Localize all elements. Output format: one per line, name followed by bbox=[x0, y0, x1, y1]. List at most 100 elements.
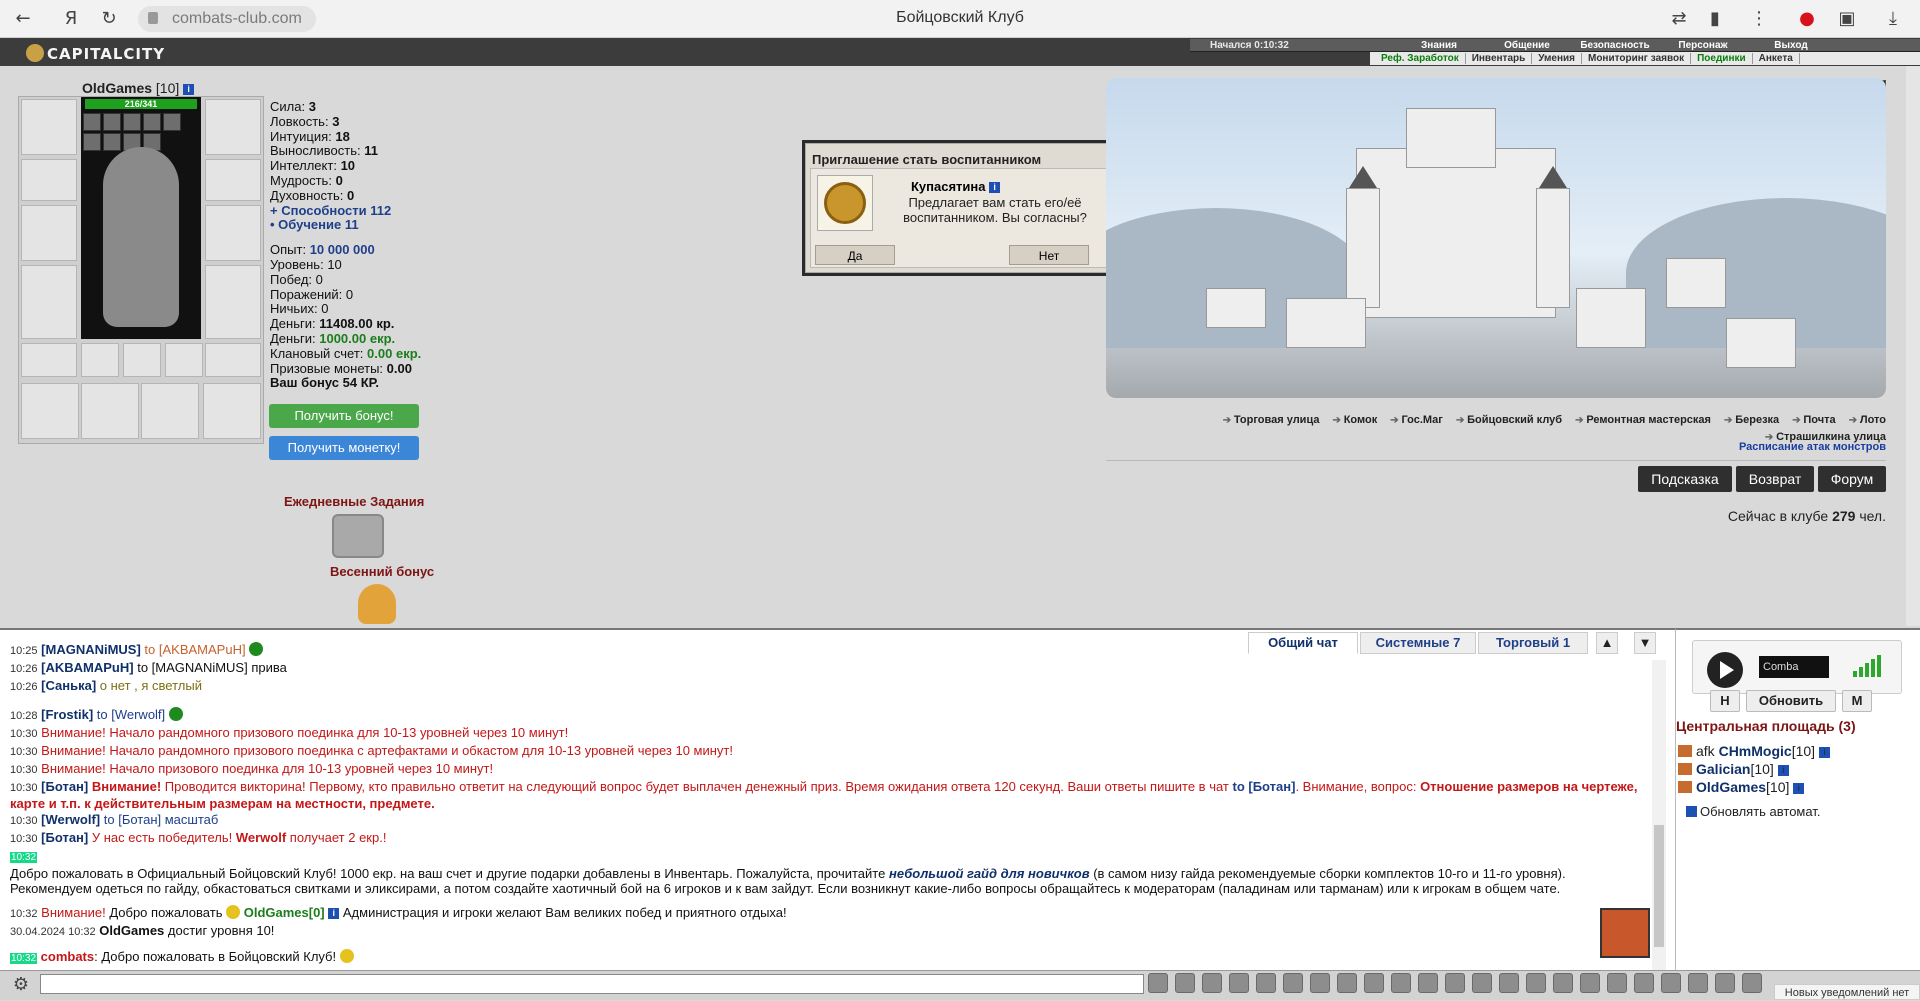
scroll-thumb[interactable] bbox=[1654, 825, 1664, 947]
more-icon[interactable]: ⋮ bbox=[1748, 8, 1770, 30]
link-komok[interactable]: Комок bbox=[1333, 414, 1378, 426]
character-doll[interactable]: 216/341 bbox=[81, 97, 201, 339]
menu-inventory[interactable]: Инвентарь bbox=[1466, 53, 1533, 64]
menu-profile[interactable]: Анкета bbox=[1753, 53, 1800, 64]
clan-icon[interactable] bbox=[1607, 973, 1627, 993]
scroll-up-button[interactable]: ▲ bbox=[1596, 632, 1618, 654]
user-row[interactable]: OldGames[10] i bbox=[1678, 778, 1830, 796]
city-map[interactable] bbox=[1106, 78, 1886, 398]
filter-icon[interactable] bbox=[1202, 973, 1222, 993]
abilities-link[interactable]: + Способности 112 bbox=[270, 203, 421, 219]
pocket-slot[interactable] bbox=[81, 383, 139, 439]
pocket-slot[interactable] bbox=[141, 383, 199, 439]
building-shop[interactable] bbox=[1286, 298, 1366, 348]
info-icon[interactable]: i bbox=[183, 84, 195, 95]
refresh-button[interactable]: Обновить bbox=[1746, 690, 1836, 712]
menu-monitoring[interactable]: Мониторинг заявок bbox=[1582, 53, 1692, 64]
no-button[interactable]: Нет bbox=[1009, 245, 1089, 265]
building-loto[interactable] bbox=[1726, 318, 1796, 368]
checkbox-icon[interactable] bbox=[1686, 806, 1697, 817]
key-icon[interactable] bbox=[1634, 973, 1654, 993]
info-icon[interactable]: i bbox=[328, 908, 340, 920]
link-loto[interactable]: Лото bbox=[1849, 414, 1886, 426]
back-button[interactable]: Возврат bbox=[1736, 466, 1814, 492]
buff-slot[interactable] bbox=[163, 113, 181, 131]
info-icon[interactable]: i bbox=[1777, 765, 1789, 776]
station-select[interactable]: Comba bbox=[1759, 656, 1829, 678]
shield-slot[interactable] bbox=[205, 205, 261, 261]
building-post[interactable] bbox=[1666, 258, 1726, 308]
monster-schedule-link[interactable]: Расписание атак монстров bbox=[1739, 441, 1886, 453]
legs-slot[interactable] bbox=[205, 265, 261, 339]
music-icon[interactable] bbox=[1283, 973, 1303, 993]
tab-system[interactable]: Системные 7 bbox=[1360, 632, 1476, 654]
boots-slot[interactable] bbox=[205, 343, 261, 377]
buff-slot[interactable] bbox=[103, 113, 121, 131]
gloves-slot[interactable] bbox=[205, 159, 261, 201]
bird-icon[interactable] bbox=[358, 584, 396, 624]
menu-battles[interactable]: Поединки bbox=[1691, 53, 1753, 64]
buff-slot[interactable] bbox=[103, 133, 121, 151]
opera-icon[interactable]: ● bbox=[1796, 8, 1818, 30]
castle-tower[interactable] bbox=[1536, 188, 1570, 308]
training-link[interactable]: • Обучение 11 bbox=[270, 218, 421, 233]
pocket-slot[interactable] bbox=[203, 383, 261, 439]
book-icon[interactable] bbox=[1499, 973, 1519, 993]
menu-referral[interactable]: Реф. Заработок bbox=[1375, 53, 1466, 64]
mask-icon[interactable] bbox=[1661, 973, 1681, 993]
downloads-icon[interactable]: ▣ bbox=[1836, 8, 1858, 30]
buff-slot[interactable] bbox=[123, 113, 141, 131]
save-icon[interactable] bbox=[1229, 973, 1249, 993]
link-repair[interactable]: Ремонтная мастерская bbox=[1575, 414, 1711, 426]
buff-slot[interactable] bbox=[83, 133, 101, 151]
scroll-down-button[interactable]: ▼ bbox=[1634, 632, 1656, 654]
ring-slot[interactable] bbox=[123, 343, 161, 377]
tab-general-chat[interactable]: Общий чат bbox=[1248, 632, 1358, 654]
armor-slot[interactable] bbox=[21, 265, 77, 339]
guide-link[interactable]: небольшой гайд для новичков bbox=[889, 866, 1090, 881]
menu-social[interactable]: Общение bbox=[1483, 40, 1571, 51]
link-trade-street[interactable]: Торговая улица bbox=[1223, 414, 1320, 426]
weapon-slot[interactable] bbox=[21, 205, 77, 261]
ring-slot[interactable] bbox=[165, 343, 203, 377]
building-trade[interactable] bbox=[1206, 288, 1266, 328]
page-scrollbar[interactable] bbox=[1906, 66, 1920, 626]
bookmark-icon[interactable]: ▮ bbox=[1704, 8, 1726, 30]
tools-icon[interactable] bbox=[1418, 973, 1438, 993]
menu-skills[interactable]: Умения bbox=[1532, 53, 1582, 64]
translit-icon[interactable] bbox=[1256, 973, 1276, 993]
menu-character[interactable]: Персонаж bbox=[1659, 40, 1747, 51]
gift-icon[interactable] bbox=[1526, 973, 1546, 993]
character-name[interactable]: OldGames [10] i bbox=[82, 80, 195, 96]
get-bonus-button[interactable]: Получить бонус! bbox=[269, 404, 419, 428]
avatar[interactable] bbox=[1600, 908, 1650, 958]
user-row[interactable]: afk CHmMogic[10] i bbox=[1678, 742, 1830, 760]
yes-button[interactable]: Да bbox=[815, 245, 895, 265]
chat-scrollbar[interactable] bbox=[1652, 660, 1666, 970]
inviter-name[interactable]: Купасятина i bbox=[911, 179, 1001, 194]
info-icon[interactable]: i bbox=[1818, 747, 1830, 758]
info-icon[interactable]: i bbox=[1793, 783, 1805, 794]
menu-exit[interactable]: Выход bbox=[1747, 40, 1835, 51]
bracer-slot[interactable] bbox=[21, 159, 77, 201]
extra-icon[interactable] bbox=[1742, 973, 1762, 993]
gear-icon[interactable]: ⚙ bbox=[10, 974, 32, 996]
h-button[interactable]: Н bbox=[1710, 690, 1740, 712]
buff-slot[interactable] bbox=[143, 113, 161, 131]
screenshot-icon[interactable] bbox=[1337, 973, 1357, 993]
m-button[interactable]: М bbox=[1842, 690, 1872, 712]
belt-slot[interactable] bbox=[21, 343, 77, 377]
translate-icon[interactable]: ⇄ bbox=[1668, 8, 1690, 30]
map-icon[interactable] bbox=[1688, 973, 1708, 993]
building-repair[interactable] bbox=[1576, 288, 1646, 348]
friends-icon[interactable] bbox=[1445, 973, 1465, 993]
link-fight-club[interactable]: Бойцовский клуб bbox=[1456, 414, 1562, 426]
link-post[interactable]: Почта bbox=[1792, 414, 1835, 426]
menu-security[interactable]: Безопасность bbox=[1571, 40, 1659, 51]
duel-icon[interactable] bbox=[1364, 973, 1384, 993]
mail-icon[interactable] bbox=[1715, 973, 1735, 993]
helmet-slot[interactable] bbox=[21, 99, 77, 155]
headphones-icon[interactable] bbox=[1472, 973, 1492, 993]
castle-tower[interactable] bbox=[1406, 108, 1496, 168]
question-icon[interactable] bbox=[1391, 973, 1411, 993]
